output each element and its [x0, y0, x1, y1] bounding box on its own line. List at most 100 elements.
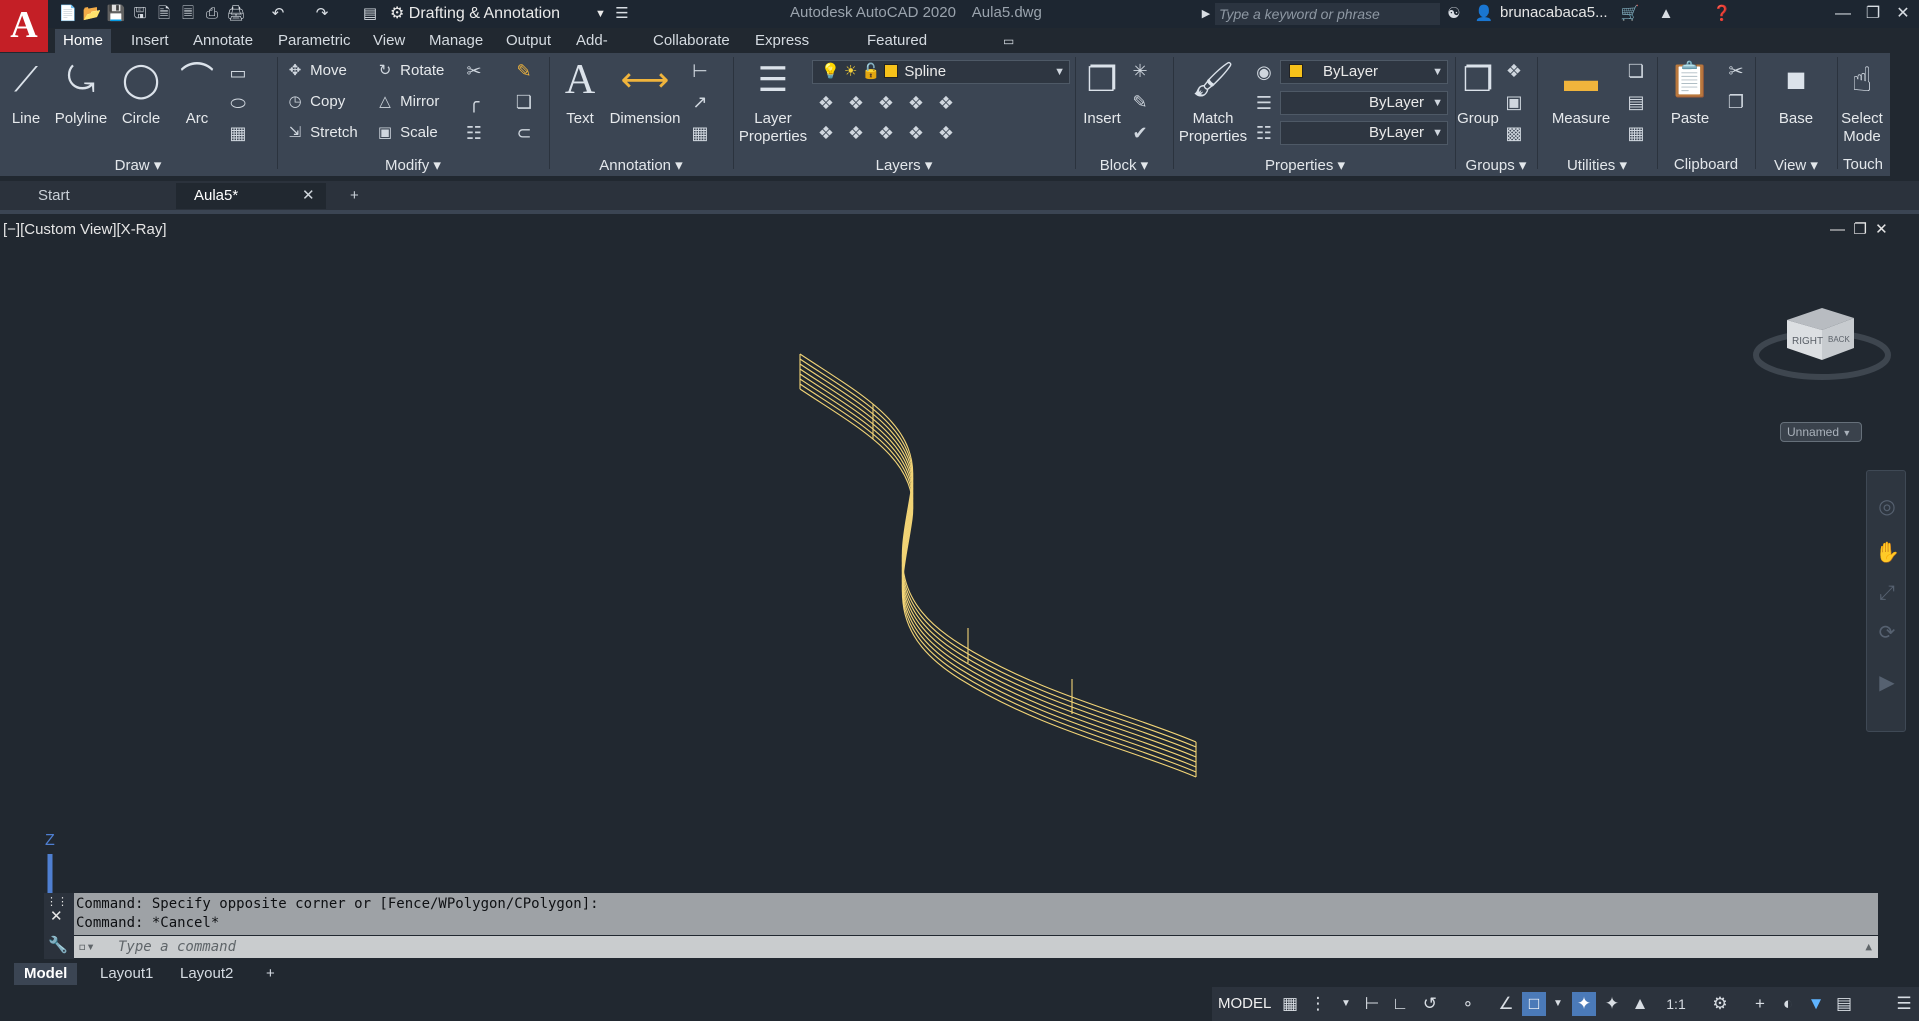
- layer-tool-icon[interactable]: ❖: [934, 91, 958, 115]
- polar-icon[interactable]: ↺: [1418, 992, 1442, 1016]
- tab-layout2[interactable]: Layout2: [170, 963, 243, 985]
- customization-menu-icon[interactable]: ☰: [1892, 992, 1916, 1016]
- clean-screen-icon[interactable]: ▤: [1832, 992, 1856, 1016]
- user-icon[interactable]: 👤: [1474, 4, 1494, 24]
- close-command-line-icon[interactable]: ✕: [50, 907, 63, 925]
- sheet-set-icon[interactable]: ▤: [360, 4, 380, 24]
- cut-icon[interactable]: ✂: [1724, 59, 1748, 83]
- pan-icon[interactable]: ✋: [1875, 541, 1900, 565]
- isolate-objects-icon[interactable]: ◐: [1776, 992, 1800, 1016]
- view-panel-label[interactable]: View ▾: [1756, 156, 1836, 174]
- dimension-button[interactable]: ⟷ Dimension: [608, 59, 682, 128]
- scale-button[interactable]: ▣ Scale: [374, 121, 438, 145]
- groups-panel-label[interactable]: Groups ▾: [1456, 156, 1536, 174]
- close-icon[interactable]: ✕: [1890, 2, 1916, 26]
- group-edit-icon[interactable]: ▣: [1502, 90, 1526, 114]
- tab-collaborate[interactable]: Collaborate: [645, 29, 738, 53]
- base-button[interactable]: ■ Base: [1768, 59, 1824, 128]
- tab-manage[interactable]: Manage: [421, 29, 491, 53]
- annotation-scale-value[interactable]: 1:1: [1656, 992, 1696, 1016]
- layer-tool-icon[interactable]: ❖: [904, 121, 928, 145]
- lineweight-dropdown[interactable]: ByLayer ▼: [1280, 91, 1448, 115]
- layer-properties-button[interactable]: ☰ Layer Properties: [738, 59, 808, 146]
- minimize-icon[interactable]: —: [1830, 2, 1856, 26]
- tab-home[interactable]: Home: [55, 29, 112, 53]
- command-input[interactable]: ▫▾ Type a command ▲: [74, 936, 1878, 958]
- drawing-canvas[interactable]: Z: [0, 214, 1919, 894]
- mirror-button[interactable]: △ Mirror: [374, 90, 439, 114]
- hatch-icon[interactable]: ▦: [226, 121, 250, 145]
- measure-button[interactable]: ▬ Measure: [1546, 59, 1616, 128]
- ellipse-icon[interactable]: ⬭: [226, 91, 250, 115]
- layers-panel-label[interactable]: Layers ▾: [734, 156, 1074, 174]
- chevron-down-icon[interactable]: ▼: [1334, 992, 1358, 1016]
- isodraft-icon[interactable]: ∘: [1456, 992, 1480, 1016]
- grid-icon[interactable]: ▦: [1278, 992, 1302, 1016]
- edit-block-icon[interactable]: ✎: [1128, 90, 1152, 114]
- snap-icon[interactable]: ⋮: [1306, 992, 1330, 1016]
- ortho-icon[interactable]: ∟: [1388, 992, 1412, 1016]
- new-icon[interactable]: 📄: [58, 4, 78, 24]
- search-expand-icon[interactable]: ▶: [1196, 4, 1216, 24]
- explode-icon[interactable]: ❏: [512, 90, 536, 114]
- tab-express-tools[interactable]: Express Tools: [747, 29, 817, 73]
- chevron-down-icon[interactable]: ▼: [1546, 992, 1570, 1016]
- showmotion-icon[interactable]: ▶: [1875, 671, 1899, 695]
- leader-icon[interactable]: ↗: [688, 90, 712, 114]
- layer-tool-icon[interactable]: ❖: [844, 121, 868, 145]
- spline-surface[interactable]: [799, 353, 1197, 778]
- edit-attributes-icon[interactable]: ✔: [1128, 121, 1152, 145]
- offset-icon[interactable]: ⊂: [512, 121, 536, 145]
- layer-tool-icon[interactable]: ❖: [874, 121, 898, 145]
- restore-icon[interactable]: ❐: [1860, 2, 1886, 26]
- circle-button[interactable]: ◯ Circle: [118, 59, 164, 128]
- customize-wrench-icon[interactable]: 🔧: [48, 935, 68, 955]
- tab-annotate[interactable]: Annotate: [185, 29, 261, 53]
- save-icon[interactable]: 💾: [106, 4, 126, 24]
- paste-button[interactable]: 📋 Paste: [1664, 59, 1716, 128]
- match-properties-button[interactable]: 🖌 Match Properties: [1176, 59, 1250, 146]
- save-web-icon[interactable]: 🗏: [178, 4, 198, 24]
- annotation-scale-icon[interactable]: ▲: [1628, 992, 1652, 1016]
- layer-tool-icon[interactable]: ❖: [814, 121, 838, 145]
- plus-icon[interactable]: +: [1748, 992, 1772, 1016]
- quick-select-icon[interactable]: ❏: [1624, 59, 1648, 83]
- move-button[interactable]: ✥ Move: [284, 59, 347, 83]
- new-tab-icon[interactable]: +: [336, 183, 376, 209]
- user-name[interactable]: brunacabaca5...: [1500, 4, 1608, 21]
- color-dropdown[interactable]: ByLayer ▼: [1280, 60, 1448, 84]
- properties-panel-label[interactable]: Properties ▾: [1174, 156, 1436, 174]
- text-button[interactable]: A Text: [558, 59, 602, 128]
- layer-dropdown[interactable]: 💡 ☀ 🔓 Spline ▼: [812, 60, 1070, 84]
- open-web-icon[interactable]: 🗎: [154, 4, 174, 24]
- command-history-toggle-icon[interactable]: ▲: [1865, 936, 1872, 958]
- select-mode-button[interactable]: ☝ Select Mode: [1838, 59, 1886, 146]
- viewcube[interactable]: RIGHT BACK: [1752, 290, 1892, 390]
- command-prompt-icon[interactable]: ▫▾: [78, 936, 95, 958]
- layer-tool-icon[interactable]: ❖: [904, 91, 928, 115]
- hardware-acceleration-icon[interactable]: ▼: [1804, 992, 1828, 1016]
- tab-start[interactable]: Start: [20, 183, 176, 209]
- group-button[interactable]: ❐ Group: [1456, 59, 1500, 128]
- customize-toolbar-icon[interactable]: ☰: [612, 4, 632, 24]
- tab-view[interactable]: View: [365, 29, 413, 53]
- linetype-dropdown[interactable]: ByLayer ▼: [1280, 121, 1448, 145]
- viewcube-right-label[interactable]: RIGHT: [1792, 336, 1823, 347]
- line-button[interactable]: ⟋ Line: [4, 59, 48, 128]
- copy-clip-icon[interactable]: ❐: [1724, 90, 1748, 114]
- layer-tool-icon[interactable]: ❖: [874, 91, 898, 115]
- redo-icon[interactable]: ↷: [312, 4, 332, 24]
- ucs-menu[interactable]: Unnamed ▼: [1780, 422, 1862, 442]
- tab-layout1[interactable]: Layout1: [90, 963, 163, 985]
- steering-wheel-icon[interactable]: ◎: [1875, 495, 1899, 519]
- tab-featured-apps[interactable]: Featured Apps: [859, 29, 935, 73]
- autodesk-a360-icon[interactable]: ▲: [1656, 4, 1676, 24]
- insert-button[interactable]: ❐ Insert: [1080, 59, 1124, 128]
- rectangle-icon[interactable]: ▭: [226, 61, 250, 85]
- rotate-button[interactable]: ↻ Rotate: [374, 59, 445, 83]
- layer-tool-icon[interactable]: ❖: [844, 91, 868, 115]
- infer-constraints-icon[interactable]: ⊢: [1360, 992, 1384, 1016]
- auto-scale-icon[interactable]: ✦: [1600, 992, 1624, 1016]
- workspace-gear-icon[interactable]: ⚙: [1708, 992, 1732, 1016]
- help-icon[interactable]: ❓: [1712, 4, 1732, 24]
